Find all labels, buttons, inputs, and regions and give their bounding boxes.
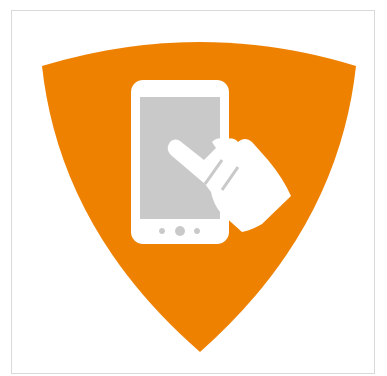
phone-dot-center — [175, 226, 185, 236]
touch-smartphone-shield-icon — [42, 42, 356, 352]
phone-dot-right — [194, 228, 200, 234]
phone-dot-left — [159, 228, 165, 234]
